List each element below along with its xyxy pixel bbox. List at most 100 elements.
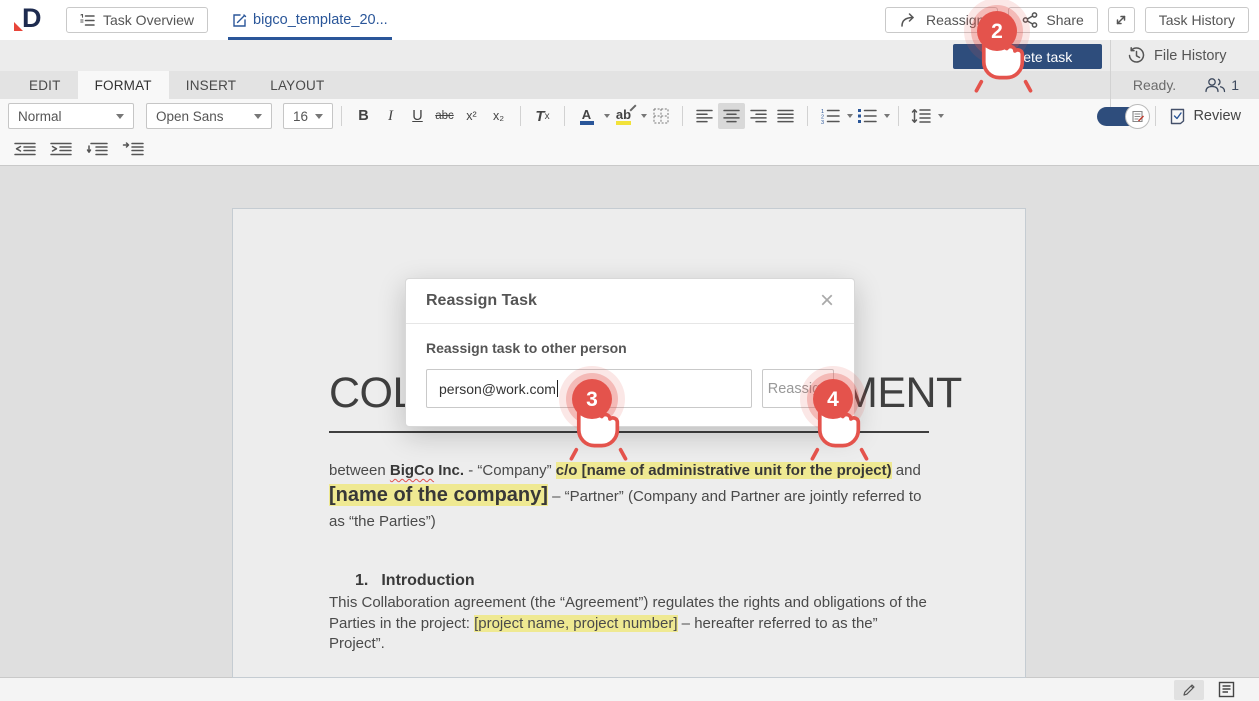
email-input-value: person@work.com <box>439 381 556 397</box>
top-tab-bar: D Task Overview bigco_template_20... <box>0 0 1259 40</box>
reassign-email-input[interactable]: person@work.com <box>426 369 752 408</box>
numbered-list-button[interactable]: 1 2 3 <box>816 103 843 129</box>
reassign-button[interactable]: Reassign <box>885 7 998 33</box>
font-size-value: 16 <box>293 109 308 124</box>
italic-button[interactable]: I <box>377 103 404 129</box>
track-changes-toggle[interactable] <box>1097 107 1139 126</box>
app-logo[interactable]: D <box>14 5 48 35</box>
align-right-icon <box>751 111 766 122</box>
bullet-list-button[interactable] <box>853 103 880 129</box>
text-segment: c/o [name of administrative unit for the… <box>556 462 892 479</box>
underline-button[interactable]: U <box>404 103 431 129</box>
borders-button[interactable] <box>647 103 674 129</box>
chevron-down-icon[interactable] <box>884 114 890 118</box>
text-caret <box>557 380 558 397</box>
share-button[interactable]: Share <box>1008 7 1097 33</box>
font-family-select[interactable]: Open Sans <box>146 103 272 129</box>
share-icon <box>1022 12 1038 28</box>
line-spacing-icon <box>911 108 931 124</box>
task-history-button[interactable]: Task History <box>1145 7 1249 33</box>
toolbar-separator <box>898 106 899 126</box>
review-button[interactable]: Review <box>1170 108 1241 125</box>
reassign-form-row: person@work.com Reassign <box>426 369 834 408</box>
text-segment: and <box>892 462 921 479</box>
align-left-icon <box>697 111 712 122</box>
file-history-button[interactable]: File History <box>1128 43 1227 68</box>
strikethrough-button[interactable]: abc <box>431 103 458 129</box>
review-label: Review <box>1193 108 1241 124</box>
ribbon-tab-format[interactable]: FORMAT <box>78 71 169 99</box>
chevron-down-icon <box>315 114 323 119</box>
clear-formatting-button[interactable]: Tx <box>529 103 556 129</box>
tab-document[interactable]: bigco_template_20... <box>228 0 392 40</box>
close-icon[interactable]: × <box>820 291 834 311</box>
numbered-list-icon <box>80 14 95 27</box>
ribbon-tab-insert[interactable]: INSERT <box>169 71 253 99</box>
task-overview-label: Task Overview <box>103 12 194 28</box>
toolbar-separator <box>341 106 342 126</box>
toolbar-separator <box>1155 106 1156 126</box>
document-edit-icon <box>1131 110 1144 123</box>
indent-toolbar <box>0 133 1259 166</box>
increase-indent-button[interactable] <box>48 137 74 161</box>
text-segment: between <box>329 462 390 479</box>
clear-formatting-x: x <box>545 111 550 122</box>
status-text: Ready. <box>1133 77 1176 93</box>
highlight-button[interactable]: ab <box>610 103 637 129</box>
document-notes-icon <box>1218 681 1235 698</box>
first-line-indent-button[interactable] <box>120 137 146 161</box>
superscript-button[interactable]: x² <box>458 103 485 129</box>
people-icon <box>1204 77 1226 93</box>
complete-task-button[interactable]: Complete task <box>953 44 1102 69</box>
modal-body: Reassign task to other person person@wor… <box>406 324 854 426</box>
tabbar-actions: Reassign Share <box>885 7 1259 33</box>
share-label: Share <box>1046 12 1083 28</box>
ribbon-status-area: Ready. 1 <box>1133 71 1259 99</box>
ribbon-tab-edit[interactable]: EDIT <box>12 71 78 99</box>
reassign-label: Reassign task to other person <box>426 340 834 356</box>
align-left-button[interactable] <box>691 103 718 129</box>
font-color-swatch <box>580 121 594 125</box>
ribbon-tab-layout[interactable]: LAYOUT <box>253 71 341 99</box>
heading-text: Introduction <box>381 572 474 589</box>
text-segment: [name of the company] <box>329 484 548 506</box>
ribbon-tab-bar: EDIT FORMAT INSERT LAYOUT Ready. 1 <box>0 71 1259 99</box>
history-clock-icon <box>1128 47 1145 64</box>
increase-indent-icon <box>50 142 72 156</box>
edit-mode-button[interactable] <box>1174 680 1204 700</box>
text-segment: - “Company” <box>464 462 556 479</box>
review-check-icon <box>1170 108 1185 125</box>
chevron-down-icon[interactable] <box>938 114 944 118</box>
paragraph-style-select[interactable]: Normal <box>8 103 134 129</box>
collapse-button[interactable] <box>1108 7 1135 33</box>
hanging-indent-button[interactable] <box>84 137 110 161</box>
highlight-glyph: ab <box>616 109 631 120</box>
modal-title: Reassign Task <box>426 292 537 310</box>
collaborator-count: 1 <box>1231 77 1239 93</box>
align-right-button[interactable] <box>745 103 772 129</box>
subscript-button[interactable]: x₂ <box>485 103 512 129</box>
decrease-indent-icon <box>14 142 36 156</box>
line-spacing-button[interactable] <box>907 103 934 129</box>
align-center-button[interactable] <box>718 103 745 129</box>
chevron-down-icon <box>116 114 124 119</box>
collaborators-indicator[interactable]: 1 <box>1204 77 1239 93</box>
text-segment: Inc. <box>434 462 464 479</box>
forward-arrow-icon <box>899 13 918 27</box>
bold-button[interactable]: B <box>350 103 377 129</box>
align-justify-button[interactable] <box>772 103 799 129</box>
chevron-down-icon <box>254 114 262 119</box>
task-overview-button[interactable]: Task Overview <box>66 7 208 33</box>
document-paragraph: between BigCo Inc. - “Company” c/o [name… <box>329 458 929 534</box>
notes-button[interactable] <box>1218 681 1235 698</box>
font-color-button[interactable]: A <box>573 103 600 129</box>
font-size-select[interactable]: 16 <box>283 103 333 129</box>
font-color-glyph: A <box>582 109 591 120</box>
action-bar-divider <box>1110 40 1111 111</box>
decrease-indent-button[interactable] <box>12 137 38 161</box>
edit-document-icon <box>232 13 247 28</box>
align-center-icon <box>724 111 739 122</box>
reassign-confirm-button[interactable]: Reassign <box>762 369 834 408</box>
file-history-label: File History <box>1154 48 1227 64</box>
logo-letter: D <box>22 3 42 34</box>
